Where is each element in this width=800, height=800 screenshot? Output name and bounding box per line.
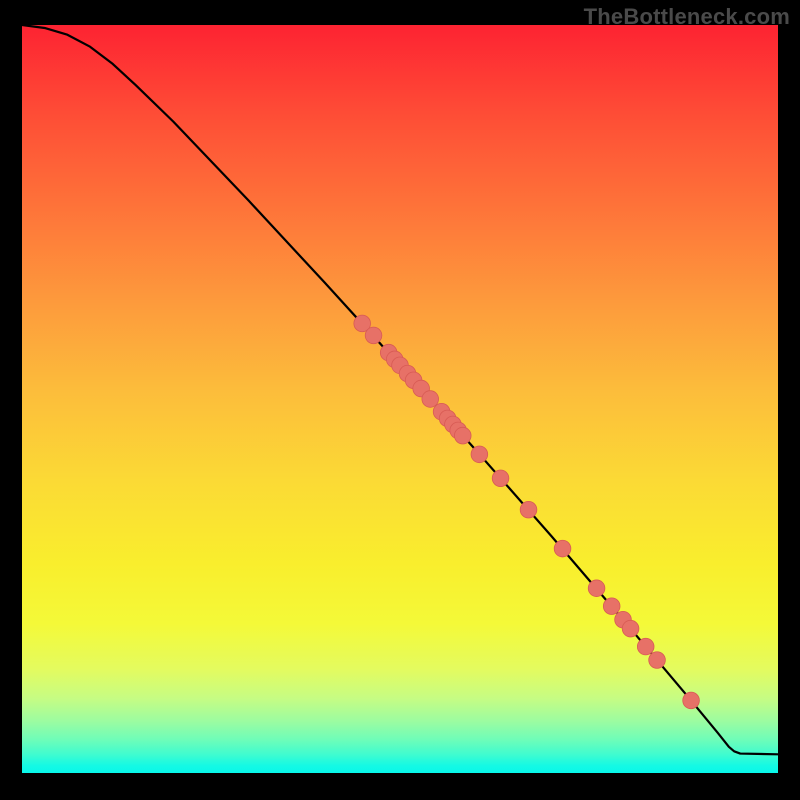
data-marker [603,598,620,615]
data-marker [492,470,509,487]
data-marker [622,620,639,637]
data-marker [454,427,471,444]
data-marker [520,501,537,518]
curve-line [22,25,778,754]
data-marker [422,391,439,408]
chart-frame: TheBottleneck.com [0,0,800,800]
data-marker [471,446,488,463]
data-marker [588,580,605,597]
data-marker [683,692,700,709]
plot-area [22,25,778,773]
watermark-label: TheBottleneck.com [584,4,790,30]
data-marker [637,638,654,655]
markers-group [354,315,700,709]
data-marker [365,327,382,344]
data-marker [554,540,571,557]
chart-svg [22,25,778,773]
data-marker [649,652,666,669]
